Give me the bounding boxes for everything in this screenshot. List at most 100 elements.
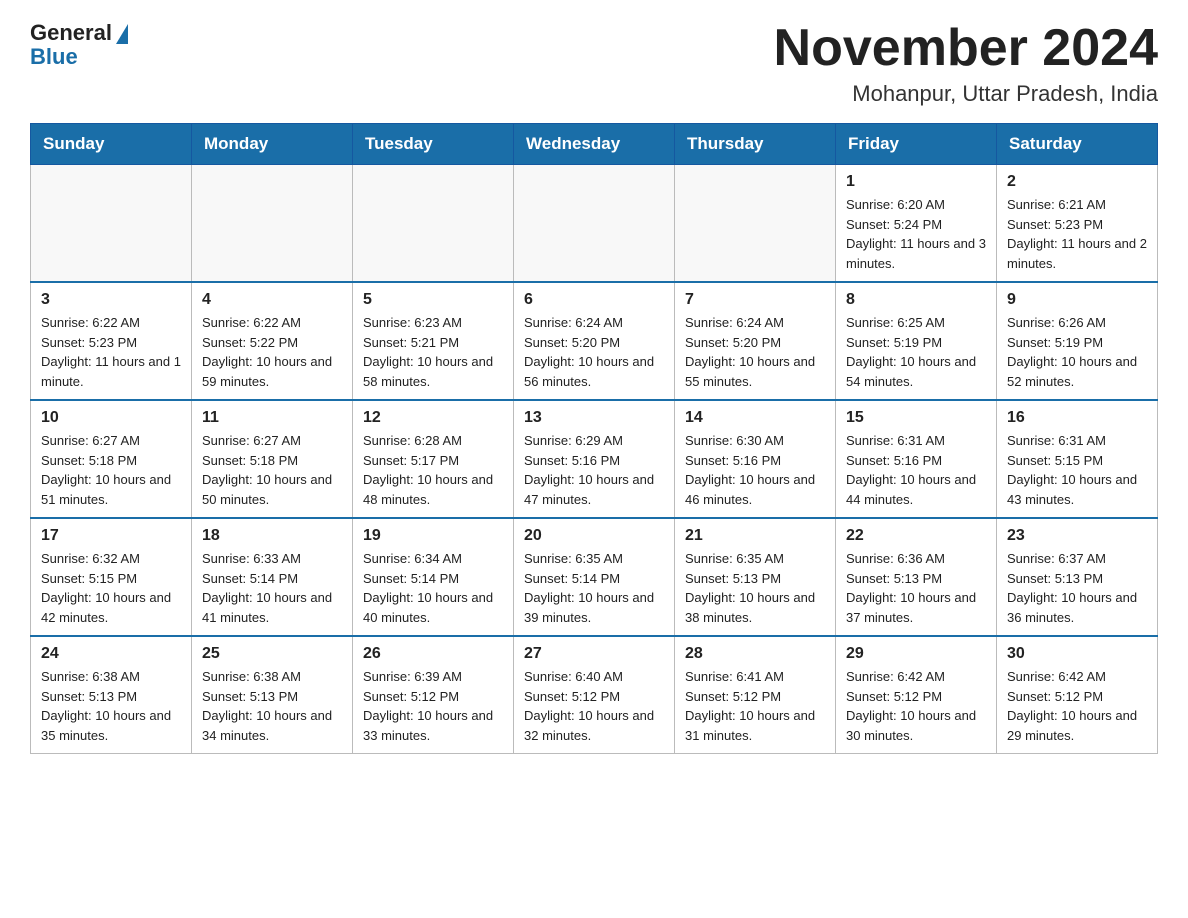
day-number-24: 24 bbox=[41, 645, 181, 663]
calendar-cell-w5-d1: 24Sunrise: 6:38 AMSunset: 5:13 PMDayligh… bbox=[31, 636, 192, 754]
calendar-cell-w5-d2: 25 Sunrise: 6:38 AMSunset: 5:13 PMDayligh… bbox=[192, 636, 353, 754]
day-number-27: 27 bbox=[524, 645, 664, 663]
day-number-5: 5 bbox=[363, 291, 503, 309]
calendar-header-row: Sunday Monday Tuesday Wednesday Thursday… bbox=[31, 124, 1158, 165]
calendar-cell-w2-d6: 8 Sunrise: 6:25 AMSunset: 5:19 PMDaylight… bbox=[836, 282, 997, 400]
day-info-12: Sunrise: 6:28 AMSunset: 5:17 PMDaylight:… bbox=[363, 431, 503, 509]
calendar-week-4: 17 Sunrise: 6:32 AMSunset: 5:15 PMDayligh… bbox=[31, 518, 1158, 636]
day-number-16: 16 bbox=[1007, 409, 1147, 427]
day-info-10: Sunrise: 6:27 AMSunset: 5:18 PMDaylight:… bbox=[41, 431, 181, 509]
day-info-26: Sunrise: 6:39 AMSunset: 5:12 PMDaylight:… bbox=[363, 667, 503, 745]
day-number-7: 7 bbox=[685, 291, 825, 309]
calendar-cell-w4-d6: 22Sunrise: 6:36 AMSunset: 5:13 PMDayligh… bbox=[836, 518, 997, 636]
day-info-11: Sunrise: 6:27 AMSunset: 5:18 PMDaylight:… bbox=[202, 431, 342, 509]
day-number-23: 23 bbox=[1007, 527, 1147, 545]
calendar-cell-w2-d7: 9 Sunrise: 6:26 AMSunset: 5:19 PMDaylight… bbox=[997, 282, 1158, 400]
day-info-15: Sunrise: 6:31 AMSunset: 5:16 PMDaylight:… bbox=[846, 431, 986, 509]
day-number-10: 10 bbox=[41, 409, 181, 427]
calendar-cell-w3-d4: 13 Sunrise: 6:29 AMSunset: 5:16 PMDayligh… bbox=[514, 400, 675, 518]
day-info-1: Sunrise: 6:20 AMSunset: 5:24 PMDaylight:… bbox=[846, 195, 986, 273]
day-number-8: 8 bbox=[846, 291, 986, 309]
day-info-22: Sunrise: 6:36 AMSunset: 5:13 PMDaylight:… bbox=[846, 549, 986, 627]
calendar-cell-w1-d1 bbox=[31, 165, 192, 283]
logo-general-text: General bbox=[30, 20, 112, 46]
col-monday: Monday bbox=[192, 124, 353, 165]
col-tuesday: Tuesday bbox=[353, 124, 514, 165]
day-number-9: 9 bbox=[1007, 291, 1147, 309]
day-info-27: Sunrise: 6:40 AMSunset: 5:12 PMDaylight:… bbox=[524, 667, 664, 745]
day-number-12: 12 bbox=[363, 409, 503, 427]
calendar-cell-w5-d3: 26 Sunrise: 6:39 AMSunset: 5:12 PMDayligh… bbox=[353, 636, 514, 754]
day-number-3: 3 bbox=[41, 291, 181, 309]
col-sunday: Sunday bbox=[31, 124, 192, 165]
day-info-4: Sunrise: 6:22 AMSunset: 5:22 PMDaylight:… bbox=[202, 313, 342, 391]
calendar-cell-w1-d4 bbox=[514, 165, 675, 283]
calendar-cell-w3-d7: 16 Sunrise: 6:31 AMSunset: 5:15 PMDayligh… bbox=[997, 400, 1158, 518]
calendar-cell-w1-d5 bbox=[675, 165, 836, 283]
col-saturday: Saturday bbox=[997, 124, 1158, 165]
day-info-19: Sunrise: 6:34 AMSunset: 5:14 PMDaylight:… bbox=[363, 549, 503, 627]
day-info-8: Sunrise: 6:25 AMSunset: 5:19 PMDaylight:… bbox=[846, 313, 986, 391]
calendar-table: Sunday Monday Tuesday Wednesday Thursday… bbox=[30, 123, 1158, 754]
calendar-cell-w4-d3: 19 Sunrise: 6:34 AMSunset: 5:14 PMDayligh… bbox=[353, 518, 514, 636]
calendar-cell-w3-d1: 10 Sunrise: 6:27 AMSunset: 5:18 PMDayligh… bbox=[31, 400, 192, 518]
logo-blue-text: Blue bbox=[30, 46, 78, 68]
day-number-13: 13 bbox=[524, 409, 664, 427]
calendar-cell-w2-d4: 6 Sunrise: 6:24 AMSunset: 5:20 PMDaylight… bbox=[514, 282, 675, 400]
calendar-cell-w3-d6: 15 Sunrise: 6:31 AMSunset: 5:16 PMDayligh… bbox=[836, 400, 997, 518]
day-info-14: Sunrise: 6:30 AMSunset: 5:16 PMDaylight:… bbox=[685, 431, 825, 509]
day-info-13: Sunrise: 6:29 AMSunset: 5:16 PMDaylight:… bbox=[524, 431, 664, 509]
day-number-26: 26 bbox=[363, 645, 503, 663]
day-info-25: Sunrise: 6:38 AMSunset: 5:13 PMDaylight:… bbox=[202, 667, 342, 745]
month-year-title: November 2024 bbox=[774, 20, 1158, 77]
day-number-15: 15 bbox=[846, 409, 986, 427]
calendar-cell-w4-d7: 23 Sunrise: 6:37 AMSunset: 5:13 PMDayligh… bbox=[997, 518, 1158, 636]
calendar-cell-w2-d5: 7 Sunrise: 6:24 AMSunset: 5:20 PMDaylight… bbox=[675, 282, 836, 400]
calendar-cell-w5-d6: 29 Sunrise: 6:42 AMSunset: 5:12 PMDayligh… bbox=[836, 636, 997, 754]
day-info-3: Sunrise: 6:22 AMSunset: 5:23 PMDaylight:… bbox=[41, 313, 181, 391]
day-number-6: 6 bbox=[524, 291, 664, 309]
day-info-28: Sunrise: 6:41 AMSunset: 5:12 PMDaylight:… bbox=[685, 667, 825, 745]
day-number-29: 29 bbox=[846, 645, 986, 663]
day-info-17: Sunrise: 6:32 AMSunset: 5:15 PMDaylight:… bbox=[41, 549, 181, 627]
calendar-cell-w5-d7: 30Sunrise: 6:42 AMSunset: 5:12 PMDayligh… bbox=[997, 636, 1158, 754]
calendar-cell-w1-d2 bbox=[192, 165, 353, 283]
col-thursday: Thursday bbox=[675, 124, 836, 165]
calendar-cell-w4-d2: 18 Sunrise: 6:33 AMSunset: 5:14 PMDayligh… bbox=[192, 518, 353, 636]
calendar-cell-w2-d3: 5Sunrise: 6:23 AMSunset: 5:21 PMDaylight… bbox=[353, 282, 514, 400]
logo-triangle-icon bbox=[116, 24, 128, 44]
day-info-29: Sunrise: 6:42 AMSunset: 5:12 PMDaylight:… bbox=[846, 667, 986, 745]
day-number-4: 4 bbox=[202, 291, 342, 309]
calendar-cell-w1-d7: 2Sunrise: 6:21 AMSunset: 5:23 PMDaylight… bbox=[997, 165, 1158, 283]
day-info-23: Sunrise: 6:37 AMSunset: 5:13 PMDaylight:… bbox=[1007, 549, 1147, 627]
day-info-30: Sunrise: 6:42 AMSunset: 5:12 PMDaylight:… bbox=[1007, 667, 1147, 745]
calendar-cell-w5-d5: 28 Sunrise: 6:41 AMSunset: 5:12 PMDayligh… bbox=[675, 636, 836, 754]
day-number-11: 11 bbox=[202, 409, 342, 427]
day-number-19: 19 bbox=[363, 527, 503, 545]
calendar-cell-w3-d5: 14 Sunrise: 6:30 AMSunset: 5:16 PMDayligh… bbox=[675, 400, 836, 518]
location-subtitle: Mohanpur, Uttar Pradesh, India bbox=[774, 81, 1158, 107]
day-number-17: 17 bbox=[41, 527, 181, 545]
day-number-25: 25 bbox=[202, 645, 342, 663]
day-info-18: Sunrise: 6:33 AMSunset: 5:14 PMDaylight:… bbox=[202, 549, 342, 627]
calendar-cell-w4-d5: 21Sunrise: 6:35 AMSunset: 5:13 PMDayligh… bbox=[675, 518, 836, 636]
page-header: General Blue November 2024 Mohanpur, Utt… bbox=[30, 20, 1158, 107]
day-number-20: 20 bbox=[524, 527, 664, 545]
logo: General Blue bbox=[30, 20, 128, 68]
day-info-6: Sunrise: 6:24 AMSunset: 5:20 PMDaylight:… bbox=[524, 313, 664, 391]
day-number-1: 1 bbox=[846, 173, 986, 191]
day-number-18: 18 bbox=[202, 527, 342, 545]
col-wednesday: Wednesday bbox=[514, 124, 675, 165]
calendar-week-3: 10 Sunrise: 6:27 AMSunset: 5:18 PMDayligh… bbox=[31, 400, 1158, 518]
day-number-14: 14 bbox=[685, 409, 825, 427]
calendar-cell-w1-d6: 1 Sunrise: 6:20 AMSunset: 5:24 PMDaylight… bbox=[836, 165, 997, 283]
calendar-cell-w3-d3: 12 Sunrise: 6:28 AMSunset: 5:17 PMDayligh… bbox=[353, 400, 514, 518]
day-info-16: Sunrise: 6:31 AMSunset: 5:15 PMDaylight:… bbox=[1007, 431, 1147, 509]
col-friday: Friday bbox=[836, 124, 997, 165]
calendar-cell-w4-d4: 20Sunrise: 6:35 AMSunset: 5:14 PMDayligh… bbox=[514, 518, 675, 636]
calendar-week-1: 1 Sunrise: 6:20 AMSunset: 5:24 PMDaylight… bbox=[31, 165, 1158, 283]
day-number-21: 21 bbox=[685, 527, 825, 545]
day-info-9: Sunrise: 6:26 AMSunset: 5:19 PMDaylight:… bbox=[1007, 313, 1147, 391]
day-number-28: 28 bbox=[685, 645, 825, 663]
day-info-7: Sunrise: 6:24 AMSunset: 5:20 PMDaylight:… bbox=[685, 313, 825, 391]
